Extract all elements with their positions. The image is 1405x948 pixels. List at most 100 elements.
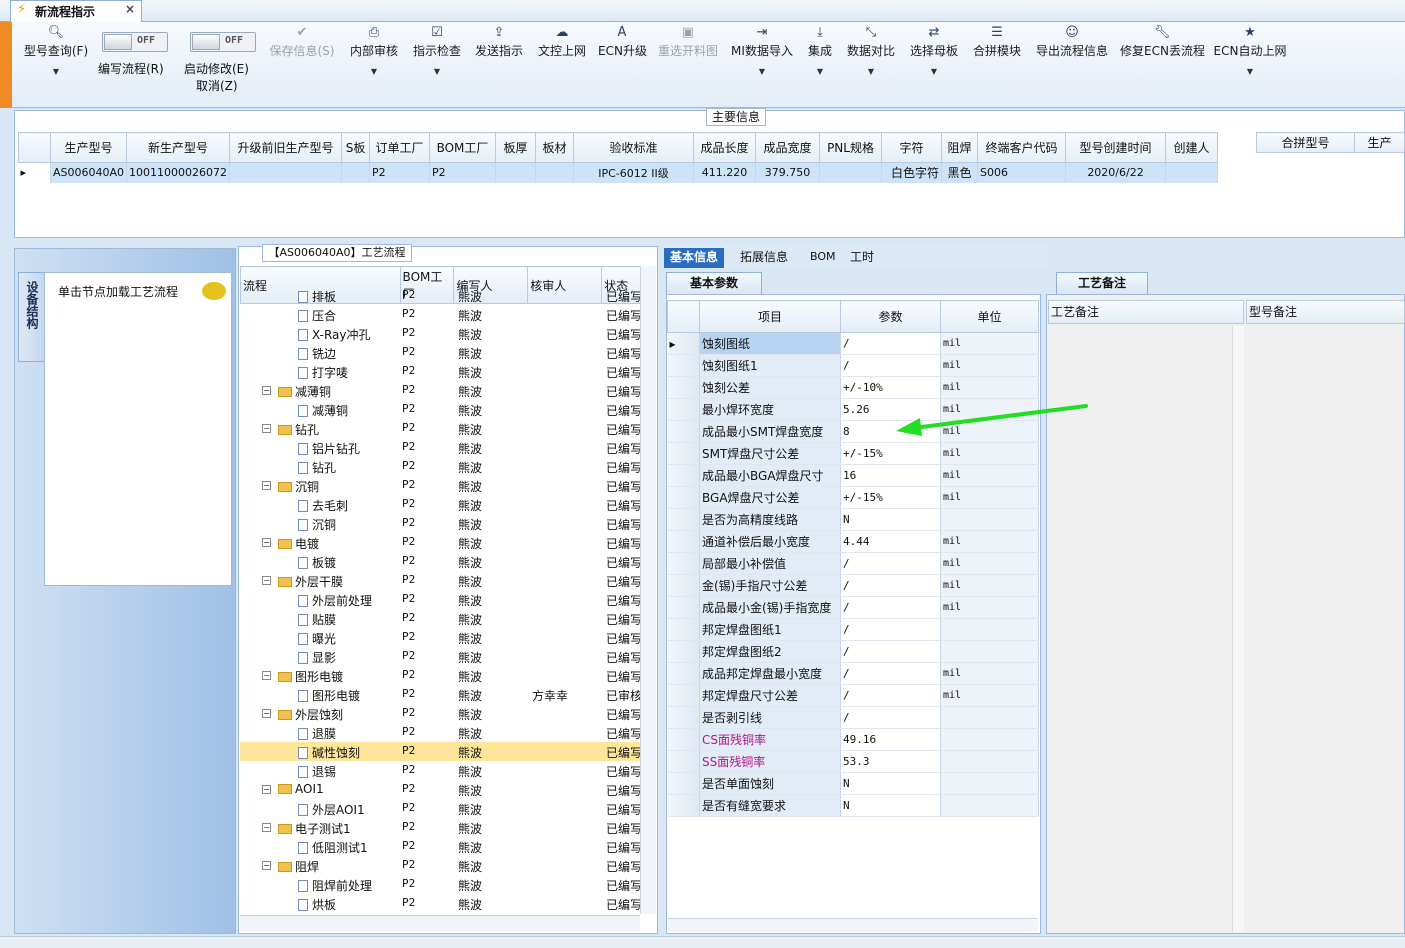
column-header[interactable]: 生产 bbox=[1354, 132, 1405, 153]
collapse-toggle-icon[interactable]: − bbox=[262, 671, 271, 680]
tab-new-flow-instruction[interactable]: ⚡ 新流程指示 × bbox=[10, 0, 142, 22]
param-value[interactable]: / bbox=[840, 684, 941, 707]
enable-modify-toggle[interactable]: OFF bbox=[190, 32, 256, 52]
table-cell[interactable]: P2 bbox=[369, 162, 431, 183]
process-row[interactable]: 铝片钻孔 P2 熊波 已编写 bbox=[240, 438, 640, 457]
param-value[interactable]: +/-10% bbox=[840, 376, 941, 399]
column-header[interactable]: 板厚 bbox=[495, 132, 537, 163]
table-cell[interactable]: P2 bbox=[429, 162, 497, 183]
param-row[interactable]: 是否剥引线 / bbox=[667, 706, 1039, 729]
process-row[interactable]: 压合 P2 熊波 已编写 bbox=[240, 305, 640, 324]
param-row[interactable]: 局部最小补偿值 / mil bbox=[667, 552, 1039, 575]
horizontal-scrollbar[interactable] bbox=[668, 918, 1038, 932]
data-compare-button[interactable]: ⤡ 数据对比 ▼ bbox=[844, 24, 898, 106]
param-value[interactable]: 49.16 bbox=[840, 728, 941, 751]
param-value[interactable]: / bbox=[840, 574, 941, 597]
process-row[interactable]: 排板 P2 熊波 已编写 bbox=[240, 286, 640, 305]
param-row[interactable]: ▸ 蚀刻图纸 / mil bbox=[667, 332, 1039, 355]
collapse-toggle-icon[interactable]: − bbox=[262, 785, 271, 794]
table-cell[interactable]: AS006040A0 bbox=[50, 162, 128, 183]
param-value[interactable]: / bbox=[840, 354, 941, 377]
process-row[interactable]: − AOI1 P2 熊波 已编写 bbox=[240, 780, 640, 799]
param-value[interactable]: N bbox=[840, 772, 941, 795]
edit-flow-toggle[interactable]: OFF bbox=[102, 32, 168, 52]
process-tree[interactable]: 排板 P2 熊波 已编写 压合 P2 熊波 已编写 X-Ray冲孔 P2 熊波 已编写 铣边 P2 熊波 已编… bbox=[240, 286, 640, 916]
export-flow-button[interactable]: ☺ 导出流程信息 bbox=[1032, 24, 1112, 106]
table-cell[interactable]: 411.220 bbox=[693, 162, 757, 183]
param-row[interactable]: 成品最小金(锡)手指宽度 / mil bbox=[667, 596, 1039, 619]
param-row[interactable]: 成品最小BGA焊盘尺寸 16 mil bbox=[667, 464, 1039, 487]
param-value[interactable]: / bbox=[840, 332, 941, 355]
table-cell[interactable] bbox=[819, 162, 883, 183]
column-header[interactable]: S板 bbox=[341, 132, 371, 163]
table-cell[interactable] bbox=[341, 162, 371, 183]
ecn-auto-upload-button[interactable]: ★ ECN自动上网 ▼ bbox=[1212, 24, 1288, 106]
process-row[interactable]: 沉铜 P2 熊波 已编写 bbox=[240, 514, 640, 533]
param-value[interactable]: / bbox=[840, 618, 941, 641]
process-row[interactable]: 退锡 P2 熊波 已编写 bbox=[240, 761, 640, 780]
instruction-check-button[interactable]: ☑ 指示检查 ▼ bbox=[410, 24, 464, 106]
column-header[interactable]: 成品宽度 bbox=[755, 132, 821, 163]
save-info-button[interactable]: ✔ 保存信息(S) bbox=[266, 24, 338, 106]
param-value[interactable]: +/-15% bbox=[840, 486, 941, 509]
param-value[interactable]: / bbox=[840, 596, 941, 619]
collapse-toggle-icon[interactable]: − bbox=[262, 576, 271, 585]
param-row[interactable]: SS面残铜率 53.3 bbox=[667, 750, 1039, 773]
process-row[interactable]: 贴膜 P2 熊波 已编写 bbox=[240, 609, 640, 628]
vertical-scrollbar[interactable] bbox=[640, 266, 656, 914]
param-value[interactable]: / bbox=[840, 640, 941, 663]
param-row[interactable]: 通道补偿后最小宽度 4.44 mil bbox=[667, 530, 1039, 553]
send-instruction-button[interactable]: ⇪ 发送指示 bbox=[472, 24, 526, 106]
process-row[interactable]: 外层AOI1 P2 熊波 已编写 bbox=[240, 799, 640, 818]
integrate-button[interactable]: ⤓ 集成 ▼ bbox=[804, 24, 836, 106]
table-row[interactable]: ▸ AS006040A0 10011000026072 P2 P2 IPC-60… bbox=[18, 162, 1219, 183]
process-row[interactable]: − 钻孔 P2 熊波 已编写 bbox=[240, 419, 640, 438]
horizontal-scrollbar[interactable] bbox=[240, 915, 640, 931]
table-cell[interactable]: 10011000026072 bbox=[126, 162, 231, 183]
select-mother-button[interactable]: ⇄ 选择母板 ▼ bbox=[906, 24, 962, 106]
param-value[interactable]: / bbox=[840, 662, 941, 685]
tab-work-hours[interactable]: 工时 bbox=[844, 248, 880, 268]
collapse-toggle-icon[interactable]: − bbox=[262, 823, 271, 832]
param-row[interactable]: 是否为高精度线路 N bbox=[667, 508, 1039, 531]
query-button[interactable]: 🔍︎ 型号查询(F) ▼ bbox=[16, 24, 96, 106]
table-cell[interactable] bbox=[495, 162, 537, 183]
table-cell[interactable]: S006 bbox=[977, 162, 1067, 183]
param-value[interactable]: 53.3 bbox=[840, 750, 941, 773]
column-header[interactable]: 项目 bbox=[699, 300, 841, 333]
column-header[interactable]: 合拼型号 bbox=[1256, 132, 1355, 153]
column-header[interactable]: 创建人 bbox=[1165, 132, 1219, 163]
param-row[interactable]: BGA焊盘尺寸公差 +/-15% mil bbox=[667, 486, 1039, 509]
param-row[interactable]: SMT焊盘尺寸公差 +/-15% mil bbox=[667, 442, 1039, 465]
ecn-upgrade-button[interactable]: A ECN升级 bbox=[598, 24, 647, 106]
column-header[interactable]: 参数 bbox=[840, 300, 941, 333]
param-value[interactable]: N bbox=[840, 794, 941, 817]
process-row[interactable]: − 沉铜 P2 熊波 已编写 bbox=[240, 476, 640, 495]
param-row[interactable]: 邦定焊盘尺寸公差 / mil bbox=[667, 684, 1039, 707]
process-row[interactable]: 打字唛 P2 熊波 已编写 bbox=[240, 362, 640, 381]
column-header[interactable]: BOM工厂 bbox=[429, 132, 497, 163]
param-value[interactable]: N bbox=[840, 508, 941, 531]
table-cell[interactable]: 379.750 bbox=[755, 162, 821, 183]
column-header[interactable]: 字符 bbox=[881, 132, 943, 163]
process-row[interactable]: 去毛刺 P2 熊波 已编写 bbox=[240, 495, 640, 514]
param-value[interactable]: 4.44 bbox=[840, 530, 941, 553]
param-value[interactable]: 16 bbox=[840, 464, 941, 487]
tab-extended-info[interactable]: 拓展信息 bbox=[734, 248, 794, 268]
process-row[interactable]: − 减薄铜 P2 熊波 已编写 bbox=[240, 381, 640, 400]
column-header[interactable]: 订单工厂 bbox=[369, 132, 431, 163]
process-row[interactable]: − 阻焊 P2 熊波 已编写 bbox=[240, 856, 640, 875]
process-row[interactable]: 烘板 P2 熊波 已编写 bbox=[240, 894, 640, 913]
column-header[interactable]: 阻焊 bbox=[941, 132, 979, 163]
chat-bubble-icon[interactable] bbox=[202, 282, 226, 300]
column-header[interactable]: 单位 bbox=[940, 300, 1039, 333]
column-header[interactable]: 终端客户代码 bbox=[977, 132, 1067, 163]
param-row[interactable]: 金(锡)手指尺寸公差 / mil bbox=[667, 574, 1039, 597]
process-row[interactable]: − 外层干膜 P2 熊波 已编写 bbox=[240, 571, 640, 590]
param-row[interactable]: 蚀刻公差 +/-10% mil bbox=[667, 376, 1039, 399]
process-row[interactable]: − 电镀 P2 熊波 已编写 bbox=[240, 533, 640, 552]
param-row[interactable]: 邦定焊盘图纸2/ bbox=[667, 640, 1039, 663]
column-header[interactable]: 型号创建时间 bbox=[1065, 132, 1167, 163]
param-row[interactable]: CS面残铜率 49.16 bbox=[667, 728, 1039, 751]
param-row[interactable]: 邦定焊盘图纸1/ bbox=[667, 618, 1039, 641]
